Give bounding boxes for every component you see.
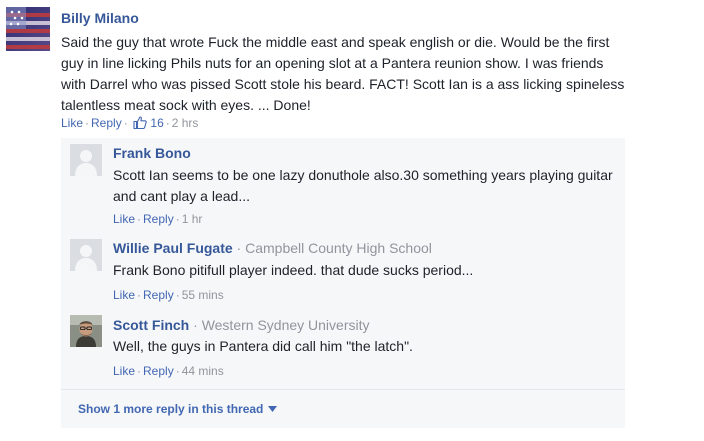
- avatar-frank-bono[interactable]: [70, 144, 102, 176]
- thread-divider: [61, 389, 625, 390]
- like-link[interactable]: Like: [113, 288, 135, 302]
- reply-author[interactable]: Frank Bono: [113, 145, 191, 161]
- show-more-replies-link[interactable]: Show 1 more reply in this thread: [78, 402, 277, 416]
- caret-down-icon: [267, 406, 277, 412]
- reply-author: Willie Paul Fugate · Campbell County Hig…: [113, 240, 432, 256]
- reply-actions: Like · Reply · 1 hr: [113, 212, 203, 226]
- reply-actions: Like · Reply · 44 mins: [113, 364, 224, 378]
- reply-text: Frank Bono pitifull player indeed. that …: [113, 262, 474, 278]
- thumbs-up-icon: [133, 116, 147, 130]
- reply-author: Scott Finch · Western Sydney University: [113, 317, 370, 333]
- reply-link[interactable]: Reply: [143, 212, 174, 226]
- reply-text: Scott Ian seems to be one lazy donuthole…: [113, 167, 613, 204]
- reply-author-name[interactable]: Scott Finch: [113, 317, 189, 333]
- avatar-billy-milano[interactable]: [6, 7, 50, 51]
- reply-time[interactable]: 1 hr: [182, 212, 203, 226]
- show-more-label: Show 1 more reply in this thread: [78, 402, 264, 416]
- reply-author-name[interactable]: Willie Paul Fugate: [113, 240, 233, 256]
- like-link[interactable]: Like: [113, 212, 135, 226]
- default-avatar-icon: [70, 144, 102, 176]
- photo-avatar-image: [70, 315, 102, 347]
- comment-text: Said the guy that wrote Fuck the middle …: [61, 34, 625, 113]
- avatar-willie-paul-fugate[interactable]: [70, 239, 102, 271]
- default-avatar-icon: [70, 239, 102, 271]
- like-link[interactable]: Like: [61, 116, 83, 130]
- reply-time[interactable]: 55 mins: [182, 288, 224, 302]
- comment-author[interactable]: Billy Milano: [61, 10, 139, 26]
- reply-link[interactable]: Reply: [91, 116, 122, 130]
- comment-actions: Like · Reply · 16 · 2 hrs: [61, 116, 199, 130]
- like-link[interactable]: Like: [113, 364, 135, 378]
- like-count[interactable]: 16: [150, 116, 163, 130]
- flag-avatar-image: [6, 7, 50, 51]
- reply-link[interactable]: Reply: [143, 364, 174, 378]
- reply-link[interactable]: Reply: [143, 288, 174, 302]
- reply-text: Well, the guys in Pantera did call him "…: [113, 338, 413, 354]
- comment-time[interactable]: 2 hrs: [172, 116, 199, 130]
- reply-author-affiliation[interactable]: Campbell County High School: [245, 240, 432, 256]
- reply-time[interactable]: 44 mins: [182, 364, 224, 378]
- avatar-scott-finch[interactable]: [70, 315, 102, 347]
- reply-author-affiliation[interactable]: Western Sydney University: [202, 317, 370, 333]
- reply-actions: Like · Reply · 55 mins: [113, 288, 224, 302]
